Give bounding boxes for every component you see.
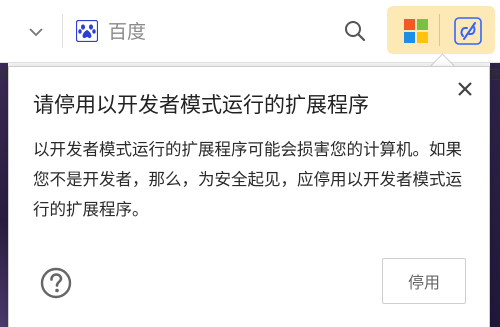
page-background-right: [490, 63, 500, 327]
colorful-squares-icon[interactable]: [399, 14, 433, 48]
extensions-area: [387, 6, 495, 54]
page-background-left: [0, 63, 8, 327]
browser-toolbar: [0, 0, 500, 63]
toolbar-divider: [62, 14, 63, 48]
search-icon[interactable]: [340, 16, 370, 46]
question-circle-icon[interactable]: [39, 266, 73, 300]
search-input[interactable]: [106, 14, 330, 50]
paw-icon[interactable]: [75, 19, 99, 43]
close-icon[interactable]: [455, 79, 475, 99]
developer-mode-dialog: 请停用以开发者模式运行的扩展程序 以开发者模式运行的扩展程序可能会损害您的计算机…: [8, 66, 490, 327]
disable-button[interactable]: 停用: [382, 258, 466, 304]
dialog-title: 请停用以开发者模式运行的扩展程序: [33, 93, 369, 117]
extension-separator: [439, 14, 440, 46]
dialog-message: 以开发者模式运行的扩展程序可能会损害您的计算机。如果您不是开发者，那么，为安全起…: [33, 140, 462, 219]
chevron-down-icon[interactable]: [24, 20, 48, 44]
link-edit-icon[interactable]: [451, 14, 485, 48]
